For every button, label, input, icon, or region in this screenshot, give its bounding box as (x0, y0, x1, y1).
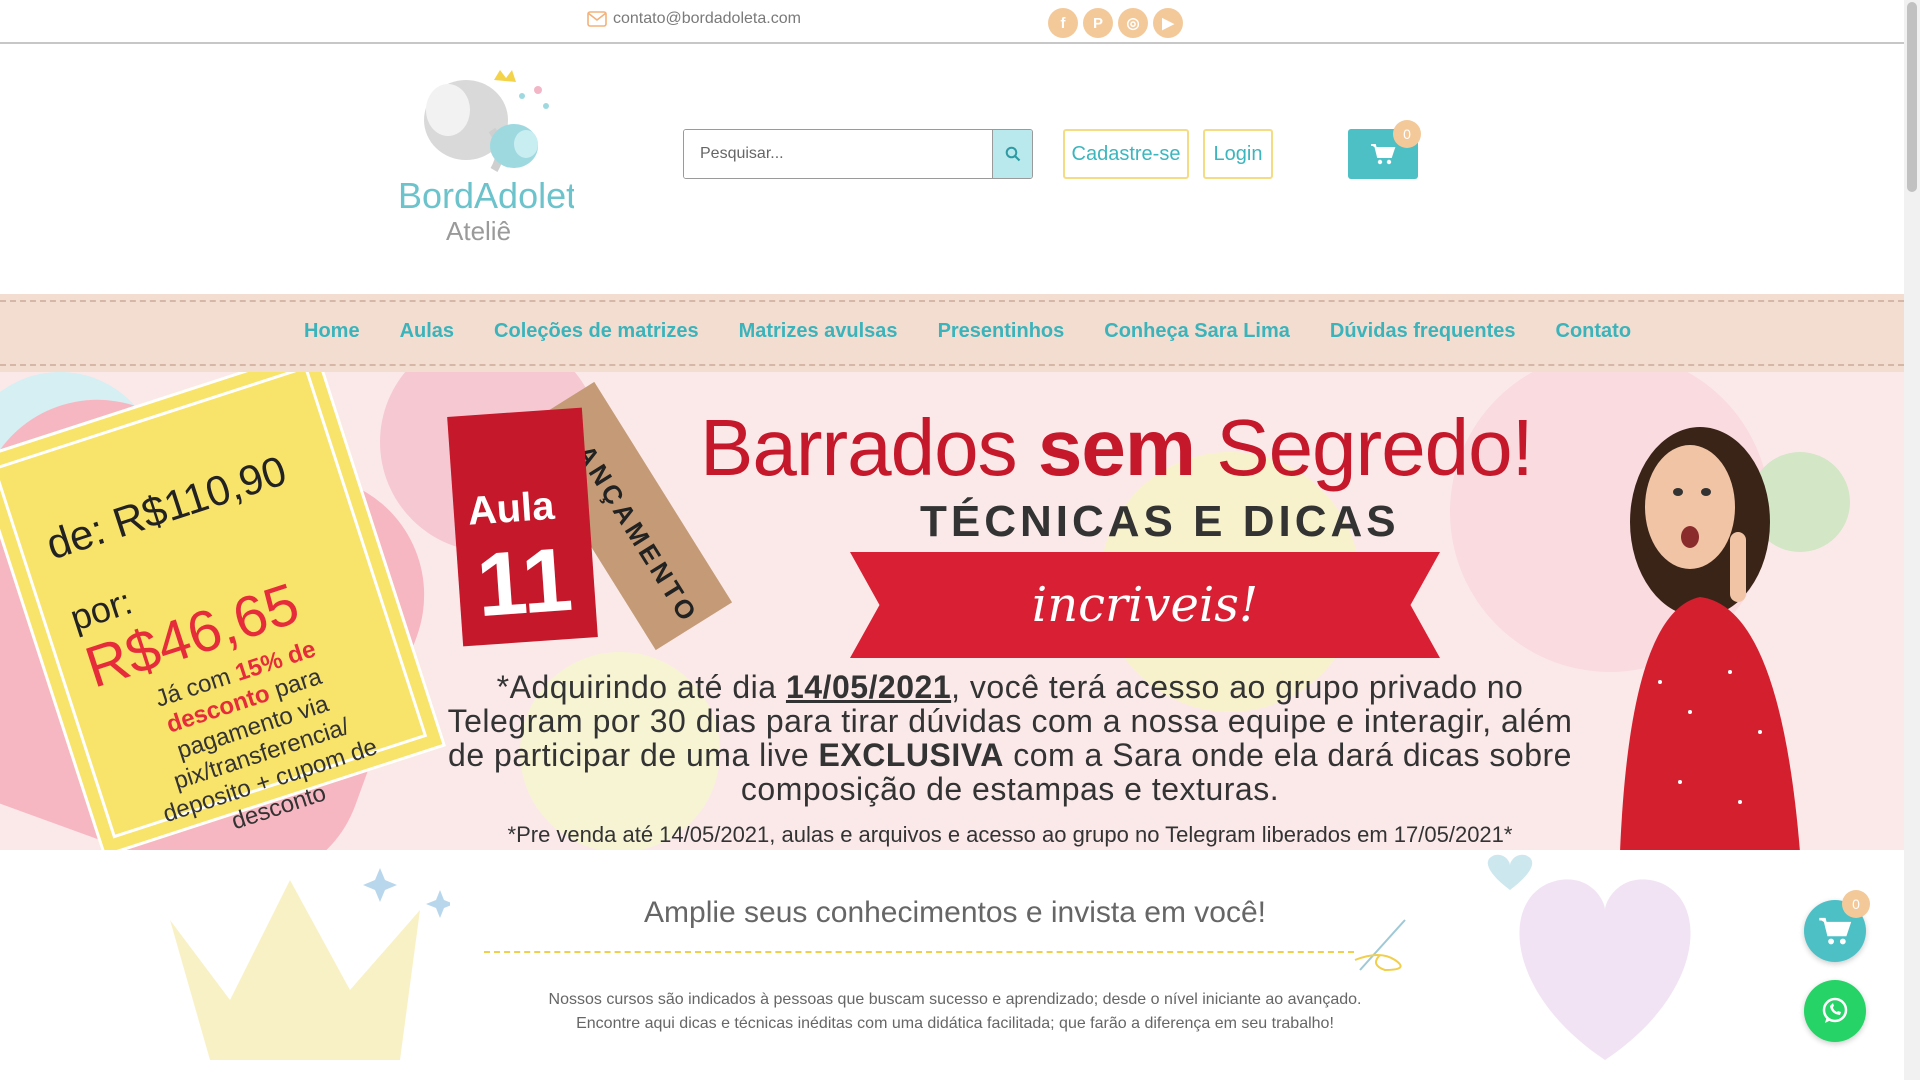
top-bar: contato@bordadoleta.com f P ◎ ▶ (0, 0, 1904, 44)
needle-thread-icon (1354, 919, 1406, 972)
nav-item-sara-lima[interactable]: Conheça Sara Lima (1104, 320, 1290, 343)
contact-email-link[interactable]: contato@bordadoleta.com (587, 10, 801, 28)
nav-item-home[interactable]: Home (304, 320, 360, 343)
section-description-line2: Encontre aqui dicas e técnicas inéditas … (576, 1015, 1334, 1032)
banner-ribbon: incriveis! (850, 552, 1440, 658)
promo-banner[interactable]: de: R$110,90 por: R$46,65 Já com 15% de … (0, 372, 1904, 850)
social-links: f P ◎ ▶ (1048, 8, 1183, 38)
section-title: Amplie seus conhecimentos e invista em v… (644, 896, 1266, 929)
section-description-line1: Nossos cursos são indicados à pessoas qu… (548, 991, 1362, 1008)
aula-number: 11 (473, 529, 576, 637)
nav-item-presentinhos[interactable]: Presentinhos (938, 320, 1065, 343)
nav-item-contato[interactable]: Contato (1556, 320, 1632, 343)
section-description: Nossos cursos são indicados à pessoas qu… (440, 988, 1470, 1036)
youtube-icon[interactable]: ▶ (1153, 8, 1183, 38)
ribbon-text: incriveis! (1031, 577, 1259, 633)
banner-title: Barrados sem Segredo! (700, 402, 1534, 494)
header-cart-count: 0 (1393, 120, 1421, 148)
aula-label: Aula (466, 483, 556, 534)
instagram-icon[interactable]: ◎ (1118, 8, 1148, 38)
body-exclusive: EXCLUSIVA (818, 737, 1004, 773)
login-button[interactable]: Login (1203, 129, 1273, 179)
pinterest-icon[interactable]: P (1083, 8, 1113, 38)
aula-tag: Aula 11 (447, 407, 598, 647)
body-pre: *Adquirindo até dia (496, 669, 777, 705)
logo-text-sub: Ateliê (446, 216, 511, 246)
main-nav: Home Aulas Coleções de matrizes Matrizes… (0, 294, 1904, 372)
scrollbar-thumb[interactable] (1907, 2, 1917, 192)
cart-icon (1819, 917, 1852, 945)
nav-item-matrizes-avulsas[interactable]: Matrizes avulsas (739, 320, 898, 343)
banner-subtitle: TÉCNICAS E DICAS (920, 497, 1400, 546)
nav-item-colecoes[interactable]: Coleções de matrizes (494, 320, 699, 343)
register-button[interactable]: Cadastre-se (1063, 129, 1189, 179)
banner-body: *Adquirindo até dia 14/05/2021, você ter… (440, 670, 1580, 806)
body-date: 14/05/2021 (785, 669, 952, 705)
floating-cart-count: 0 (1842, 890, 1870, 918)
logo-text-main: BordAdoleta (398, 175, 574, 216)
nav-item-aulas[interactable]: Aulas (400, 320, 454, 343)
nav-item-duvidas[interactable]: Dúvidas frequentes (1330, 320, 1516, 343)
whatsapp-button[interactable] (1804, 980, 1866, 1042)
search-box (683, 129, 1033, 179)
whatsapp-icon (1822, 997, 1848, 1023)
contact-email-text: contato@bordadoleta.com (613, 10, 801, 27)
cart-icon (1371, 144, 1396, 165)
crown-decoration (170, 868, 450, 1060)
heart-decoration (1487, 854, 1691, 1060)
site-logo[interactable]: BordAdoleta Ateliê (396, 60, 574, 250)
banner-title-part1: Barrados (700, 403, 1018, 492)
presenter-photo (1620, 427, 1800, 850)
banner-title-part2: sem (1037, 403, 1196, 492)
facebook-icon[interactable]: f (1048, 8, 1078, 38)
search-icon (1005, 146, 1020, 162)
banner-title-part3: Segredo! (1216, 403, 1534, 492)
page-scrollbar[interactable] (1904, 0, 1920, 1080)
search-button[interactable] (992, 130, 1032, 178)
envelope-icon (587, 11, 607, 27)
section-divider (484, 951, 1354, 953)
search-input[interactable] (684, 130, 992, 178)
banner-footnote: *Pre venda até 14/05/2021, aulas e arqui… (507, 822, 1513, 847)
